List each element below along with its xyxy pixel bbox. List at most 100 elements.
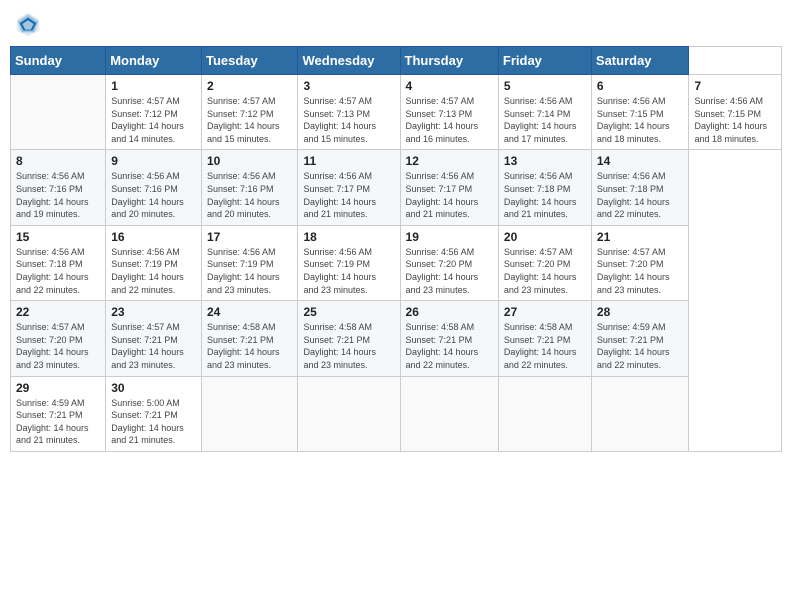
calendar-header-sunday: Sunday	[11, 47, 106, 75]
calendar-cell-day-18: 18 Sunrise: 4:56 AM Sunset: 7:19 PM Dayli…	[298, 225, 400, 300]
day-number: 7	[694, 79, 776, 93]
day-number: 4	[406, 79, 493, 93]
day-number: 12	[406, 154, 493, 168]
calendar-cell-day-12: 12 Sunrise: 4:56 AM Sunset: 7:17 PM Dayli…	[400, 150, 498, 225]
calendar-header-thursday: Thursday	[400, 47, 498, 75]
calendar-cell-day-22: 22Sunrise: 4:57 AM Sunset: 7:20 PM Dayli…	[11, 301, 106, 376]
calendar-cell-day-13: 13 Sunrise: 4:56 AM Sunset: 7:18 PM Dayli…	[498, 150, 591, 225]
day-info: Sunrise: 4:58 AM Sunset: 7:21 PM Dayligh…	[303, 321, 394, 371]
day-number: 24	[207, 305, 293, 319]
calendar-week-5: 29Sunrise: 4:59 AM Sunset: 7:21 PM Dayli…	[11, 376, 782, 451]
day-info: Sunrise: 4:58 AM Sunset: 7:21 PM Dayligh…	[207, 321, 293, 371]
day-info: Sunrise: 4:56 AM Sunset: 7:19 PM Dayligh…	[207, 246, 293, 296]
calendar-week-3: 15 Sunrise: 4:56 AM Sunset: 7:18 PM Dayli…	[11, 225, 782, 300]
day-info: Sunrise: 4:56 AM Sunset: 7:16 PM Dayligh…	[207, 170, 293, 220]
day-number: 15	[16, 230, 100, 244]
calendar-cell-day-9: 9 Sunrise: 4:56 AM Sunset: 7:16 PM Daylig…	[106, 150, 202, 225]
day-number: 2	[207, 79, 293, 93]
day-info: Sunrise: 4:56 AM Sunset: 7:18 PM Dayligh…	[16, 246, 100, 296]
calendar-cell-day-29: 29Sunrise: 4:59 AM Sunset: 7:21 PM Dayli…	[11, 376, 106, 451]
day-number: 9	[111, 154, 196, 168]
day-number: 5	[504, 79, 586, 93]
day-info: Sunrise: 4:56 AM Sunset: 7:15 PM Dayligh…	[597, 95, 684, 145]
day-info: Sunrise: 4:59 AM Sunset: 7:21 PM Dayligh…	[597, 321, 684, 371]
day-number: 16	[111, 230, 196, 244]
calendar-table: SundayMondayTuesdayWednesdayThursdayFrid…	[10, 46, 782, 452]
day-info: Sunrise: 4:56 AM Sunset: 7:19 PM Dayligh…	[111, 246, 196, 296]
day-number: 17	[207, 230, 293, 244]
calendar-cell-day-1: 1 Sunrise: 4:57 AM Sunset: 7:12 PM Daylig…	[106, 75, 202, 150]
day-number: 8	[16, 154, 100, 168]
page-header	[10, 10, 782, 38]
day-number: 10	[207, 154, 293, 168]
day-number: 13	[504, 154, 586, 168]
calendar-cell-day-empty	[298, 376, 400, 451]
calendar-cell-day-7: 7 Sunrise: 4:56 AM Sunset: 7:15 PM Daylig…	[689, 75, 782, 150]
calendar-cell-day-empty	[400, 376, 498, 451]
day-number: 21	[597, 230, 684, 244]
calendar-cell-day-26: 26 Sunrise: 4:58 AM Sunset: 7:21 PM Dayli…	[400, 301, 498, 376]
empty-cell	[11, 75, 106, 150]
day-info: Sunrise: 4:57 AM Sunset: 7:20 PM Dayligh…	[504, 246, 586, 296]
calendar-header-friday: Friday	[498, 47, 591, 75]
day-number: 28	[597, 305, 684, 319]
day-info: Sunrise: 4:56 AM Sunset: 7:18 PM Dayligh…	[597, 170, 684, 220]
calendar-cell-day-20: 20 Sunrise: 4:57 AM Sunset: 7:20 PM Dayli…	[498, 225, 591, 300]
day-info: Sunrise: 4:56 AM Sunset: 7:16 PM Dayligh…	[111, 170, 196, 220]
day-info: Sunrise: 4:58 AM Sunset: 7:21 PM Dayligh…	[504, 321, 586, 371]
day-number: 1	[111, 79, 196, 93]
day-number: 18	[303, 230, 394, 244]
calendar-cell-day-8: 8Sunrise: 4:56 AM Sunset: 7:16 PM Daylig…	[11, 150, 106, 225]
day-info: Sunrise: 4:56 AM Sunset: 7:15 PM Dayligh…	[694, 95, 776, 145]
calendar-cell-day-4: 4Sunrise: 4:57 AM Sunset: 7:13 PM Daylig…	[400, 75, 498, 150]
calendar-cell-day-25: 25 Sunrise: 4:58 AM Sunset: 7:21 PM Dayli…	[298, 301, 400, 376]
calendar-cell-day-5: 5 Sunrise: 4:56 AM Sunset: 7:14 PM Daylig…	[498, 75, 591, 150]
day-info: Sunrise: 4:57 AM Sunset: 7:13 PM Dayligh…	[303, 95, 394, 145]
logo-icon	[14, 10, 42, 38]
calendar-week-1: 1 Sunrise: 4:57 AM Sunset: 7:12 PM Daylig…	[11, 75, 782, 150]
day-info: Sunrise: 4:56 AM Sunset: 7:18 PM Dayligh…	[504, 170, 586, 220]
day-number: 20	[504, 230, 586, 244]
day-number: 25	[303, 305, 394, 319]
calendar-cell-day-24: 24 Sunrise: 4:58 AM Sunset: 7:21 PM Dayli…	[201, 301, 298, 376]
day-number: 19	[406, 230, 493, 244]
day-number: 6	[597, 79, 684, 93]
calendar-cell-day-28: 28 Sunrise: 4:59 AM Sunset: 7:21 PM Dayli…	[591, 301, 689, 376]
day-info: Sunrise: 4:57 AM Sunset: 7:12 PM Dayligh…	[207, 95, 293, 145]
day-info: Sunrise: 4:56 AM Sunset: 7:19 PM Dayligh…	[303, 246, 394, 296]
calendar-cell-day-14: 14 Sunrise: 4:56 AM Sunset: 7:18 PM Dayli…	[591, 150, 689, 225]
day-info: Sunrise: 4:58 AM Sunset: 7:21 PM Dayligh…	[406, 321, 493, 371]
day-info: Sunrise: 5:00 AM Sunset: 7:21 PM Dayligh…	[111, 397, 196, 447]
calendar-cell-day-16: 16 Sunrise: 4:56 AM Sunset: 7:19 PM Dayli…	[106, 225, 202, 300]
day-number: 3	[303, 79, 394, 93]
day-number: 29	[16, 381, 100, 395]
calendar-cell-day-27: 27 Sunrise: 4:58 AM Sunset: 7:21 PM Dayli…	[498, 301, 591, 376]
day-number: 26	[406, 305, 493, 319]
calendar-cell-day-19: 19Sunrise: 4:56 AM Sunset: 7:20 PM Dayli…	[400, 225, 498, 300]
logo	[14, 10, 46, 38]
day-info: Sunrise: 4:56 AM Sunset: 7:14 PM Dayligh…	[504, 95, 586, 145]
calendar-cell-day-15: 15 Sunrise: 4:56 AM Sunset: 7:18 PM Dayli…	[11, 225, 106, 300]
day-info: Sunrise: 4:57 AM Sunset: 7:20 PM Dayligh…	[597, 246, 684, 296]
day-number: 27	[504, 305, 586, 319]
calendar-cell-day-empty	[498, 376, 591, 451]
day-number: 14	[597, 154, 684, 168]
day-info: Sunrise: 4:57 AM Sunset: 7:20 PM Dayligh…	[16, 321, 100, 371]
calendar-cell-day-21: 21 Sunrise: 4:57 AM Sunset: 7:20 PM Dayli…	[591, 225, 689, 300]
day-info: Sunrise: 4:56 AM Sunset: 7:17 PM Dayligh…	[406, 170, 493, 220]
calendar-cell-day-10: 10 Sunrise: 4:56 AM Sunset: 7:16 PM Dayli…	[201, 150, 298, 225]
day-number: 11	[303, 154, 394, 168]
day-info: Sunrise: 4:57 AM Sunset: 7:12 PM Dayligh…	[111, 95, 196, 145]
calendar-cell-day-30: 30 Sunrise: 5:00 AM Sunset: 7:21 PM Dayli…	[106, 376, 202, 451]
day-number: 30	[111, 381, 196, 395]
calendar-week-2: 8 Sunrise: 4:56 AM Sunset: 7:16 PM Daylig…	[11, 150, 782, 225]
calendar-header-tuesday: Tuesday	[201, 47, 298, 75]
calendar-week-4: 22Sunrise: 4:57 AM Sunset: 7:20 PM Dayli…	[11, 301, 782, 376]
calendar-cell-day-2: 2 Sunrise: 4:57 AM Sunset: 7:12 PM Daylig…	[201, 75, 298, 150]
calendar-cell-day-3: 3 Sunrise: 4:57 AM Sunset: 7:13 PM Daylig…	[298, 75, 400, 150]
calendar-cell-day-17: 17 Sunrise: 4:56 AM Sunset: 7:19 PM Dayli…	[201, 225, 298, 300]
calendar-cell-day-empty	[201, 376, 298, 451]
calendar-header-row: SundayMondayTuesdayWednesdayThursdayFrid…	[11, 47, 782, 75]
calendar-cell-day-23: 23Sunrise: 4:57 AM Sunset: 7:21 PM Dayli…	[106, 301, 202, 376]
calendar-cell-day-empty	[591, 376, 689, 451]
